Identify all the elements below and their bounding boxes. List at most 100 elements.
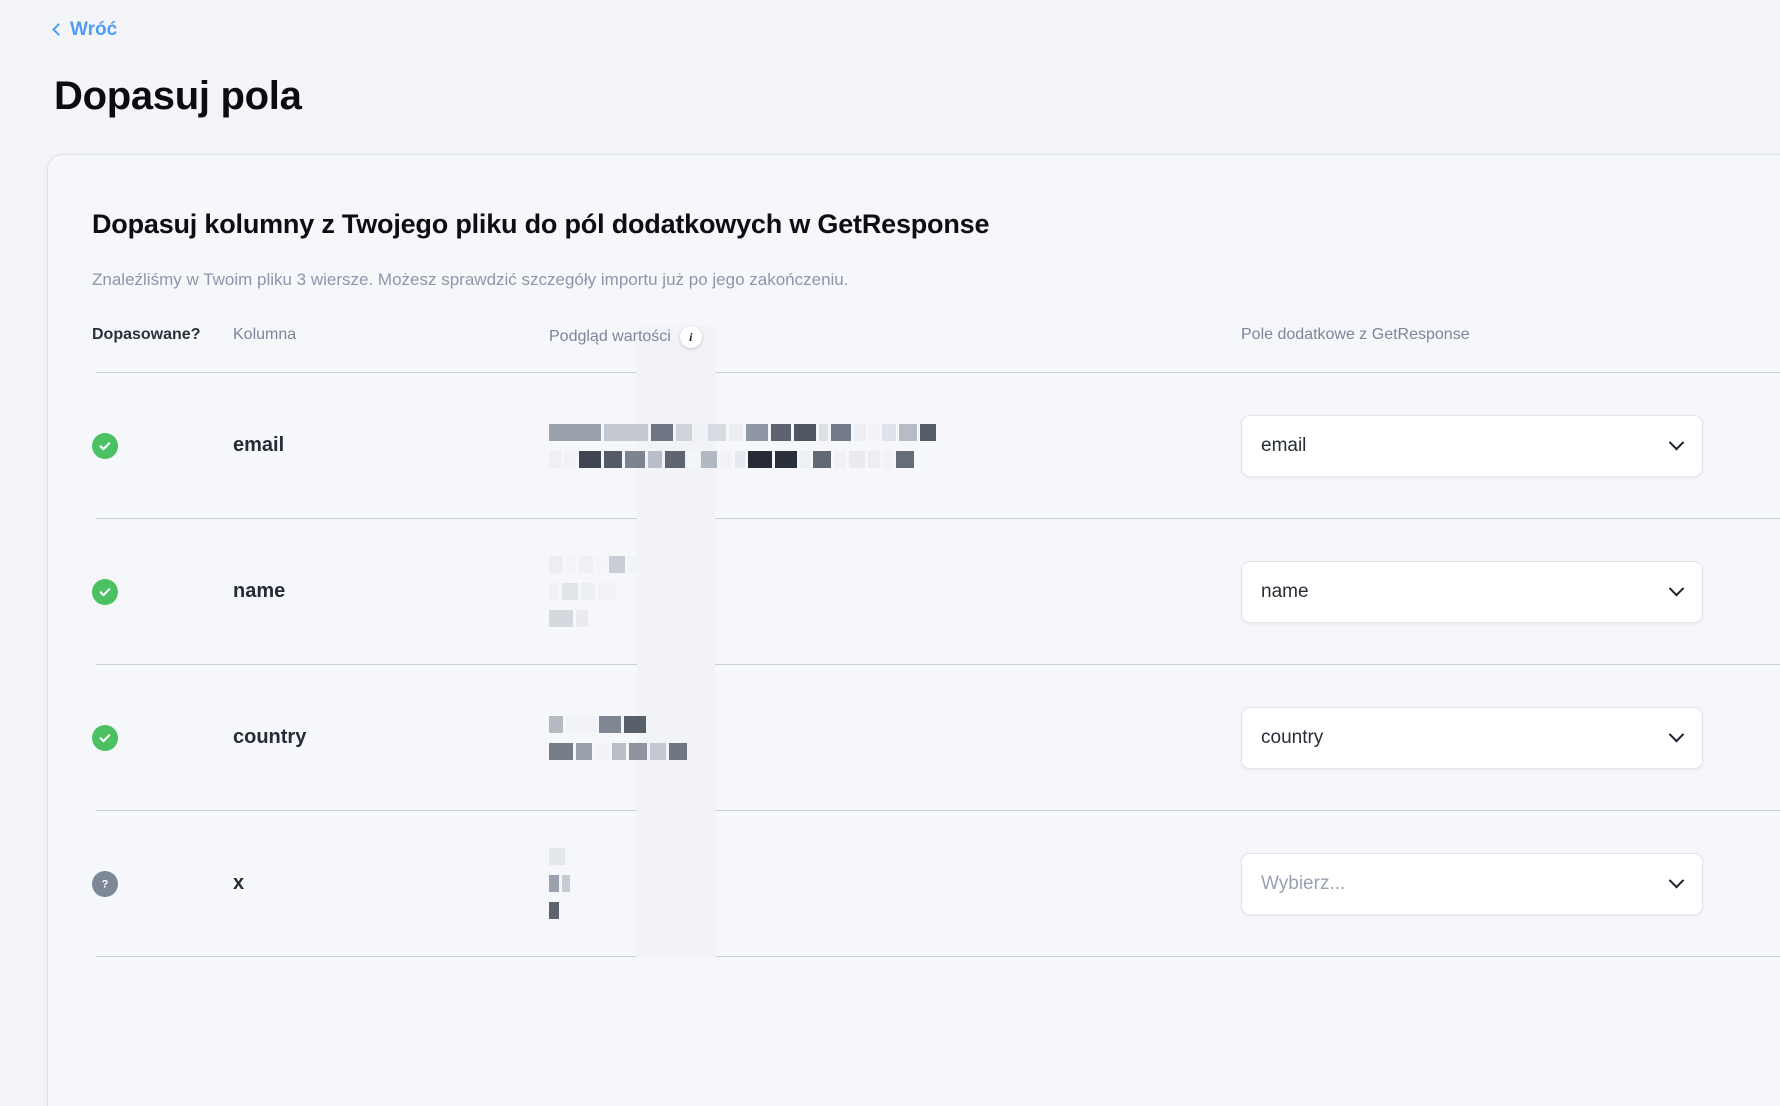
source-column-name: name — [233, 580, 286, 602]
redacted-block — [869, 423, 879, 441]
redacted-block — [775, 450, 797, 468]
redacted-block — [549, 450, 561, 468]
redacted-block — [562, 583, 578, 600]
match-fields-card: Dopasuj kolumny z Twojego pliku do pól d… — [48, 155, 1780, 1106]
separator-left-segment — [96, 956, 637, 957]
redacted-block — [549, 583, 559, 600]
redacted-block — [549, 848, 565, 865]
redacted-block — [819, 423, 828, 441]
field-select-value: Wybierz... — [1261, 872, 1346, 894]
redacted-preview-line — [549, 610, 636, 627]
redacted-block — [695, 423, 705, 441]
field-select-value: email — [1261, 434, 1307, 456]
question-circle-icon: ? — [92, 870, 118, 897]
redacted-block — [701, 450, 717, 468]
field-select-value: country — [1261, 726, 1324, 748]
redacted-block — [579, 556, 593, 573]
redacted-preview-line — [549, 875, 570, 892]
redacted-block — [566, 715, 596, 733]
redacted-block — [576, 610, 588, 627]
redacted-block — [581, 583, 595, 600]
table-body: email email name name country country? x Wybier… — [48, 373, 1780, 957]
redacted-block — [566, 556, 576, 573]
page-title: Dopasuj pola — [54, 74, 302, 118]
redacted-block — [748, 450, 772, 468]
value-preview — [549, 715, 687, 760]
mapping-table: Dopasowane? Kolumna Podgląd wartości i P… — [48, 326, 1780, 957]
check-circle-icon — [92, 432, 118, 459]
table-header-row: Dopasowane? Kolumna Podgląd wartości i P… — [48, 326, 1780, 372]
redacted-block — [549, 610, 573, 627]
redacted-preview-line — [549, 902, 570, 919]
redacted-block — [549, 742, 573, 760]
redacted-block — [576, 742, 592, 760]
redacted-block — [665, 450, 685, 468]
source-column-name: country — [233, 726, 307, 748]
redacted-block — [735, 450, 745, 468]
redacted-block — [549, 875, 559, 892]
table-row: name name — [48, 519, 1780, 664]
chevron-down-icon — [1668, 726, 1685, 743]
redacted-block — [688, 450, 698, 468]
redacted-block — [834, 450, 846, 468]
redacted-block — [882, 423, 896, 441]
table-row-separator — [48, 956, 1780, 957]
redacted-block — [899, 423, 917, 441]
redacted-block — [868, 450, 880, 468]
redacted-block — [849, 450, 865, 468]
value-preview — [549, 848, 570, 919]
card-title: Dopasuj kolumny z Twojego pliku do pól d… — [92, 209, 990, 239]
redacted-block — [669, 742, 687, 760]
redacted-preview-line — [549, 742, 687, 760]
redacted-preview-line — [549, 556, 636, 573]
redacted-block — [549, 902, 559, 919]
card-subtitle: Znaleźliśmy w Twoim pliku 3 wiersze. Moż… — [92, 270, 849, 289]
redacted-block — [676, 423, 692, 441]
chevron-down-icon — [1668, 872, 1685, 889]
redacted-block — [629, 742, 647, 760]
back-link[interactable]: Wróć — [52, 19, 118, 40]
redacted-block — [883, 450, 893, 468]
redacted-block — [625, 450, 645, 468]
column-header-preview: Podgląd wartości — [549, 328, 671, 345]
redacted-preview-line — [549, 583, 636, 600]
redacted-block — [854, 423, 866, 441]
redacted-block — [549, 556, 563, 573]
field-select[interactable]: name — [1241, 560, 1703, 623]
redacted-block — [896, 450, 914, 468]
redacted-block — [648, 450, 662, 468]
field-select[interactable]: email — [1241, 414, 1703, 477]
chevron-down-icon — [1668, 434, 1685, 451]
redacted-block — [729, 423, 743, 441]
redacted-block — [612, 742, 626, 760]
redacted-block — [651, 423, 673, 441]
table-row: email email — [48, 373, 1780, 518]
redacted-block — [771, 423, 791, 441]
redacted-block — [562, 875, 570, 892]
field-select-value: name — [1261, 580, 1309, 602]
table-row: ? x Wybierz... — [48, 811, 1780, 956]
redacted-block — [720, 450, 732, 468]
column-header-matched: Dopasowane? — [92, 326, 201, 343]
redacted-block — [564, 450, 576, 468]
redacted-block — [650, 742, 666, 760]
column-header-column: Kolumna — [233, 326, 297, 343]
redacted-block — [604, 423, 648, 441]
redacted-block — [598, 583, 616, 600]
redacted-block — [746, 423, 768, 441]
check-circle-icon — [92, 724, 118, 751]
field-select[interactable]: country — [1241, 706, 1703, 769]
redacted-preview-line — [549, 423, 936, 441]
field-select[interactable]: Wybierz... — [1241, 852, 1703, 915]
source-column-name: x — [233, 872, 245, 894]
back-link-label: Wróć — [70, 19, 118, 40]
redacted-block — [708, 423, 726, 441]
separator-right-segment — [715, 956, 1780, 957]
redacted-block — [599, 715, 621, 733]
redacted-block — [800, 450, 810, 468]
info-icon[interactable]: i — [679, 326, 702, 348]
redacted-block — [920, 423, 936, 441]
chevron-left-icon — [52, 22, 65, 36]
redacted-block — [794, 423, 816, 441]
value-preview — [549, 423, 936, 468]
